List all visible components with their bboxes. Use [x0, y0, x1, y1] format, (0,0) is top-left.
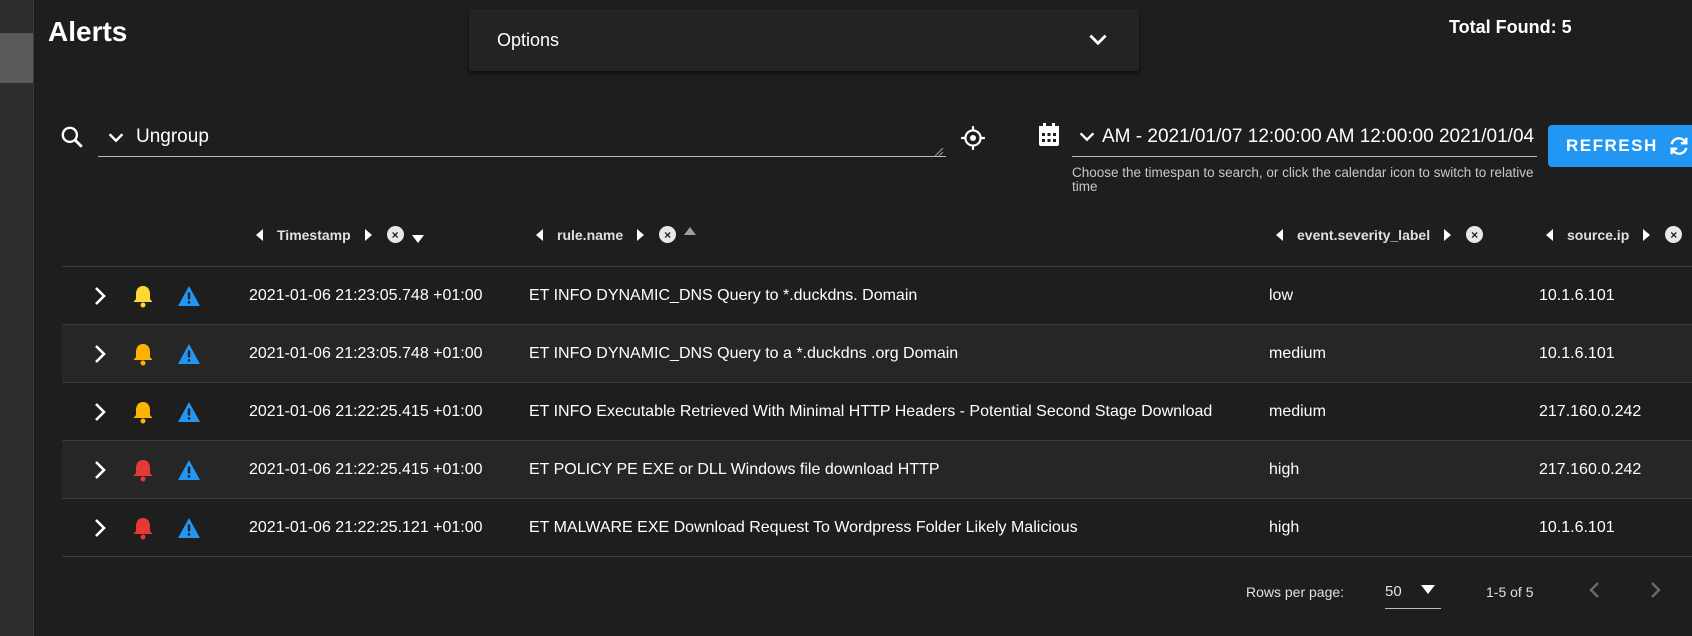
cell-severity: high [1269, 460, 1300, 478]
move-left-icon[interactable] [535, 228, 545, 241]
chevron-down-icon[interactable] [100, 121, 132, 153]
caret-down-icon [1421, 584, 1435, 596]
table-row[interactable]: 2021-01-06 21:23:05.748 +01:00 ET INFO D… [62, 267, 1692, 325]
cell-timestamp: 2021-01-06 21:23:05.748 +01:00 [249, 286, 483, 304]
column-label[interactable]: source.ip [1567, 227, 1629, 243]
sort-asc-icon[interactable] [684, 226, 697, 235]
remove-column-icon[interactable]: × [1665, 226, 1683, 243]
warning-triangle-icon[interactable] [177, 499, 201, 556]
cell-source-ip: 10.1.6.101 [1539, 344, 1615, 362]
bell-icon[interactable] [132, 325, 154, 382]
rows-per-page-label: Rows per page: [1246, 584, 1345, 600]
column-header-source-ip[interactable]: source.ip × [1545, 226, 1683, 243]
column-label[interactable]: rule.name [557, 227, 623, 243]
cell-rule-name: ET MALWARE EXE Download Request To Wordp… [529, 518, 1078, 536]
remove-column-icon[interactable]: × [1466, 226, 1484, 243]
chevron-down-icon[interactable] [1072, 122, 1102, 152]
move-right-icon[interactable] [363, 228, 373, 241]
crosshair-icon[interactable] [960, 125, 986, 151]
refresh-button[interactable]: REFRESH [1548, 125, 1692, 167]
column-label[interactable]: event.severity_label [1297, 227, 1430, 243]
refresh-icon [1668, 135, 1690, 157]
chevron-right-icon[interactable] [88, 441, 112, 498]
cell-rule-name: ET POLICY PE EXE or DLL Windows file dow… [529, 460, 940, 478]
cell-severity: low [1269, 286, 1294, 304]
remove-column-icon[interactable]: × [659, 226, 677, 243]
calendar-icon[interactable] [1037, 122, 1061, 148]
table-row[interactable]: 2021-01-06 21:23:05.748 +01:00 ET INFO D… [62, 325, 1692, 383]
move-right-icon[interactable] [1641, 228, 1651, 241]
cell-source-ip: 217.160.0.242 [1539, 402, 1642, 420]
chevron-right-icon[interactable] [1642, 577, 1668, 603]
rows-per-page-select[interactable]: 50 [1385, 574, 1441, 609]
cell-severity: medium [1269, 344, 1326, 362]
column-header-severity[interactable]: event.severity_label × [1275, 226, 1484, 243]
move-right-icon[interactable] [635, 228, 645, 241]
date-range-value[interactable]: 2021/01/04 12:00:00 AM - 2021/01/07 12:0… [1102, 126, 1537, 148]
cell-severity: high [1269, 518, 1300, 536]
resize-grip-icon[interactable] [934, 144, 944, 157]
chevron-left-icon[interactable] [1582, 577, 1608, 603]
group-by-field[interactable]: Ungroup [98, 118, 946, 157]
cell-source-ip: 217.160.0.242 [1539, 460, 1642, 478]
column-header-rule-name[interactable]: rule.name × [535, 226, 697, 243]
refresh-label: REFRESH [1566, 136, 1658, 155]
sidebar-active-item[interactable] [0, 33, 33, 83]
remove-column-icon[interactable]: × [386, 226, 404, 243]
cell-source-ip: 10.1.6.101 [1539, 286, 1615, 304]
chevron-right-icon[interactable] [88, 383, 112, 440]
rows-per-page-value: 50 [1385, 582, 1402, 600]
move-left-icon[interactable] [1275, 228, 1285, 241]
cell-rule-name: ET INFO Executable Retrieved With Minima… [529, 402, 1213, 420]
move-left-icon[interactable] [1545, 228, 1555, 241]
date-range-field[interactable]: 2021/01/04 12:00:00 AM - 2021/01/07 12:0… [1072, 118, 1537, 157]
cell-timestamp: 2021-01-06 21:22:25.415 +01:00 [249, 460, 483, 478]
warning-triangle-icon[interactable] [177, 325, 201, 382]
page-title: Alerts [48, 16, 128, 47]
cell-rule-name: ET INFO DYNAMIC_DNS Query to a *.duckdns… [529, 344, 959, 362]
table-row[interactable]: 2021-01-06 21:22:25.415 +01:00 ET INFO E… [62, 383, 1692, 441]
cell-timestamp: 2021-01-06 21:23:05.748 +01:00 [249, 344, 483, 362]
bell-icon[interactable] [132, 383, 154, 440]
column-header-timestamp[interactable]: Timestamp × [255, 226, 424, 243]
total-found: Total Found: 5 [1449, 17, 1572, 37]
chevron-right-icon[interactable] [88, 499, 112, 556]
alerts-table: Timestamp × rule.name × event.severity_l… [62, 210, 1692, 557]
chevron-down-icon [1085, 27, 1111, 53]
warning-triangle-icon[interactable] [177, 383, 201, 440]
cell-severity: medium [1269, 402, 1326, 420]
chevron-right-icon[interactable] [88, 267, 112, 324]
search-icon [58, 123, 86, 151]
move-right-icon[interactable] [1442, 228, 1452, 241]
cell-rule-name: ET INFO DYNAMIC_DNS Query to *.duckdns. … [529, 286, 918, 304]
date-range-hint: Choose the timespan to search, or click … [1072, 165, 1534, 194]
warning-triangle-icon[interactable] [177, 441, 201, 498]
group-by-value: Ungroup [136, 126, 209, 147]
move-left-icon[interactable] [255, 228, 265, 241]
bell-icon[interactable] [132, 441, 154, 498]
options-label: Options [497, 29, 560, 50]
cell-timestamp: 2021-01-06 21:22:25.415 +01:00 [249, 402, 483, 420]
chevron-right-icon[interactable] [88, 325, 112, 382]
pagination: Rows per page: 50 1-5 of 5 [0, 574, 1692, 614]
page-range: 1-5 of 5 [1486, 584, 1534, 600]
table-header: Timestamp × rule.name × event.severity_l… [62, 210, 1692, 267]
table-row[interactable]: 2021-01-06 21:22:25.415 +01:00 ET POLICY… [62, 441, 1692, 499]
sort-desc-icon[interactable] [411, 234, 424, 243]
options-panel[interactable]: Options [469, 9, 1139, 71]
warning-triangle-icon[interactable] [177, 267, 201, 324]
left-sidebar [0, 0, 34, 636]
cell-timestamp: 2021-01-06 21:22:25.121 +01:00 [249, 518, 483, 536]
cell-source-ip: 10.1.6.101 [1539, 518, 1615, 536]
bell-icon[interactable] [132, 267, 154, 324]
bell-icon[interactable] [132, 499, 154, 556]
table-row[interactable]: 2021-01-06 21:22:25.121 +01:00 ET MALWAR… [62, 499, 1692, 557]
column-label[interactable]: Timestamp [277, 227, 351, 243]
